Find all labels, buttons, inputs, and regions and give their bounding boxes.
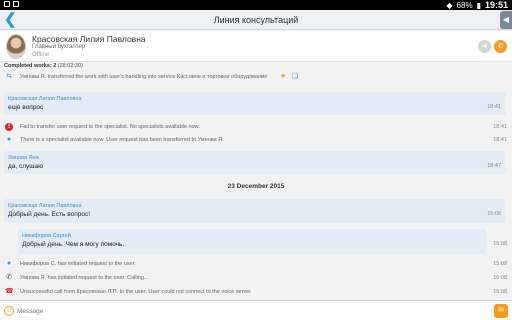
message-author: Красовская Лилия Павловна	[8, 203, 82, 209]
message-author: Никифоров Сергей	[22, 233, 71, 239]
page-title: Линия консультаций	[213, 15, 299, 25]
status-icons-left	[4, 1, 19, 7]
message-input[interactable]	[17, 305, 487, 317]
message-time: 15:08	[493, 275, 507, 281]
hangup-icon: ☎	[5, 288, 14, 295]
system-message: ● There is a specialist available now. U…	[0, 134, 512, 146]
status-bar: ◆ 68% ▮ 19:51	[0, 0, 512, 10]
chat-icon: ❏	[292, 73, 299, 80]
message-author: Красовская Лилия Павловна	[8, 96, 82, 102]
message-time: 18:41	[493, 124, 507, 130]
system-message: ! Fail to transfer user request to the s…	[0, 121, 512, 133]
message-text: Добрый день. Чем я могу помочь.	[22, 241, 125, 248]
clock: 19:51	[484, 0, 508, 10]
system-message: ● Никифоров С. has initiated request to …	[0, 258, 512, 270]
star-icon: ★	[280, 73, 287, 80]
contact-header: Красовская Лилия Павловна Главный бухгал…	[0, 31, 512, 62]
error-icon: !	[5, 123, 13, 131]
system-text: Unsuccessful call from Красовская Л.П. t…	[20, 289, 252, 295]
message-time: 18:47	[487, 163, 501, 169]
contact-name: Красовская Лилия Павловна	[32, 34, 146, 44]
title-bar: ❮ Линия консультаций ◀	[0, 10, 512, 30]
message-bubble: Красовская Лилия Павловна еще вопрос 18:…	[4, 92, 506, 115]
completed-label: Completed works: 2	[4, 63, 57, 69]
notification-icon	[13, 1, 19, 7]
emoji-icon[interactable]: ☺	[4, 306, 14, 316]
contact-status: Offline	[32, 52, 50, 58]
message-composer: ☺ ✉	[0, 300, 512, 320]
status-icons-right: ◆ 68% ▮ 19:51	[446, 0, 508, 10]
message-bubble: Умнова Яна да, слушаю 18:47	[4, 151, 506, 174]
contact-position: Главный бухгалтер	[32, 44, 86, 50]
message-author: Умнова Яна	[8, 155, 39, 161]
person-icon: ●	[6, 136, 12, 143]
system-message: ☎ Unsuccessful call from Красовская Л.П.…	[0, 286, 512, 298]
menu-tab-icon[interactable]: ◀	[500, 11, 512, 29]
system-text: There is a specialist available now. Use…	[20, 137, 224, 143]
message-bubble: Никифоров Сергей Добрый день. Чем я могу…	[18, 229, 486, 254]
message-text: еще вопрос	[8, 104, 44, 111]
avatar	[6, 34, 26, 59]
system-text: Умнова Я. transferred the work with user…	[20, 74, 268, 80]
message-time: 15:08	[493, 261, 507, 267]
battery-percent: 68%	[456, 0, 473, 10]
phone-icon: ✆	[6, 274, 12, 281]
person-icon: ●	[6, 260, 12, 267]
completed-works: Completed works: 2 (28:02:30)	[0, 63, 512, 71]
message-time: 15:08	[493, 289, 507, 295]
message-time: 15:08	[493, 241, 507, 247]
notification-icon	[4, 1, 10, 7]
date-separator: 23 December 2015	[227, 183, 285, 190]
message-feed[interactable]: ⇆ Умнова Я. transferred the work with us…	[0, 71, 512, 300]
message-text: да, слушаю	[8, 163, 44, 170]
system-text: Умнова Я. has initiated request to the u…	[20, 275, 149, 281]
users-transfer-icon: ⇆	[6, 73, 12, 80]
message-time: 18:41	[493, 137, 507, 143]
battery-icon: ▮	[476, 0, 481, 10]
system-text: Fail to transfer user request to the spe…	[20, 124, 200, 130]
message-text: Добрый день. Есть вопрос!	[8, 211, 91, 218]
message-time: 15:08	[487, 211, 501, 217]
call-button[interactable]: ✆	[494, 40, 507, 53]
system-message: ✆ Умнова Я. has initiated request to the…	[0, 272, 512, 284]
system-text: Никифоров С. has initiated request to th…	[20, 261, 136, 267]
transfer-button[interactable]: ➜	[478, 40, 491, 53]
wifi-icon: ◆	[446, 0, 453, 10]
message-bubble: Красовская Лилия Павловна Добрый день. Е…	[4, 199, 506, 223]
message-time: 18:41	[487, 104, 501, 110]
completed-time: (28:02:30)	[57, 63, 83, 69]
send-button[interactable]: ✉	[494, 304, 508, 318]
system-message: ⇆ Умнова Я. transferred the work with us…	[0, 71, 512, 83]
